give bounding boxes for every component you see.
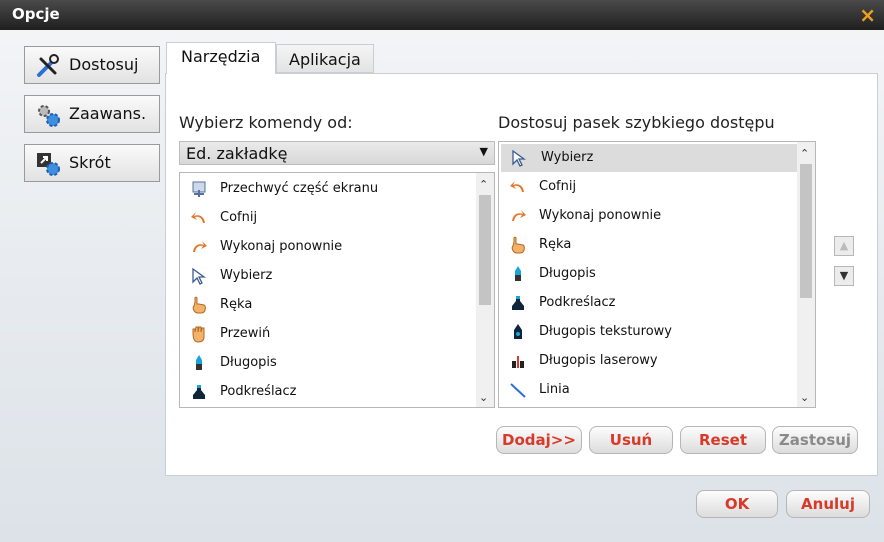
title-bar: Opcje × bbox=[0, 0, 884, 30]
tab-aplikacja[interactable]: Aplikacja bbox=[276, 44, 374, 73]
highlighter-icon bbox=[193, 385, 205, 399]
quick-access-caption: Dostosuj pasek szybkiego dostępu bbox=[498, 113, 775, 132]
list-item[interactable]: Cofnij bbox=[186, 204, 466, 232]
list-item[interactable]: Cofnij bbox=[505, 173, 785, 201]
list-item[interactable]: Wykonaj ponownie bbox=[505, 202, 785, 230]
list-item[interactable]: Długopis teksturowy bbox=[505, 318, 785, 346]
scroll-down-icon[interactable]: ⌄ bbox=[479, 391, 488, 404]
pen-icon bbox=[515, 266, 521, 281]
list-item[interactable]: Przewiń bbox=[186, 320, 466, 348]
redo-icon bbox=[512, 210, 526, 221]
sidebar-item-label: Skrót bbox=[69, 153, 111, 172]
commands-caption: Wybierz komendy od: bbox=[179, 113, 353, 132]
sidebar-item-zaawans[interactable]: Zaawans. bbox=[24, 95, 160, 133]
hand-icon bbox=[192, 296, 206, 314]
list-item[interactable]: Długopis bbox=[505, 260, 785, 288]
undo-icon bbox=[510, 181, 524, 192]
list-item[interactable]: Przechwyć część ekranu bbox=[186, 175, 466, 203]
list-item[interactable]: Linia bbox=[505, 376, 785, 404]
list-item[interactable]: Podkreślacz bbox=[186, 378, 466, 406]
sidebar-item-skrot[interactable]: Skrót bbox=[24, 144, 160, 182]
scroll-hand-icon bbox=[192, 326, 205, 343]
remove-button[interactable]: Usuń bbox=[589, 426, 673, 454]
cancel-button[interactable]: Anuluj bbox=[786, 490, 870, 518]
redo-icon bbox=[193, 241, 207, 252]
reset-button[interactable]: Reset bbox=[680, 426, 766, 454]
scroll-down-icon[interactable]: ⌄ bbox=[800, 391, 809, 404]
texture-pen-icon bbox=[514, 324, 522, 339]
gears-icon bbox=[38, 105, 60, 127]
ok-button[interactable]: OK bbox=[696, 490, 778, 518]
triangle-up-icon: ▲ bbox=[839, 239, 849, 252]
list-item[interactable]: Długopis laserowy bbox=[505, 347, 785, 375]
chevron-down-icon: ▼ bbox=[479, 145, 488, 158]
apply-button[interactable]: Zastosuj bbox=[772, 426, 858, 454]
screen-capture-icon bbox=[192, 181, 206, 197]
window-title: Opcje bbox=[12, 5, 60, 23]
undo-icon bbox=[191, 212, 205, 223]
triangle-down-icon: ▼ bbox=[839, 269, 849, 282]
right-list-scrollbar[interactable]: ⌃ ⌄ bbox=[797, 142, 815, 407]
select-cursor-icon bbox=[512, 149, 526, 167]
list-item[interactable]: Wybierz bbox=[186, 262, 466, 290]
move-up-button[interactable]: ▲ bbox=[834, 236, 854, 256]
quick-access-list[interactable]: Wybierz Cofnij Wykonaj ponownie Ręka Dłu… bbox=[498, 141, 816, 408]
tools-icon bbox=[37, 54, 59, 77]
scroll-thumb[interactable] bbox=[800, 164, 812, 298]
line-icon bbox=[510, 383, 526, 398]
command-source-select[interactable]: Ed. zakładkę ▼ bbox=[179, 141, 495, 165]
scroll-thumb[interactable] bbox=[479, 195, 491, 305]
shortcut-gear-icon bbox=[37, 153, 60, 176]
sidebar-item-label: Dostosuj bbox=[69, 55, 139, 74]
list-item[interactable]: Długopis bbox=[186, 349, 466, 377]
highlighter-icon bbox=[512, 296, 524, 310]
laser-pen-icon bbox=[512, 356, 524, 368]
add-button[interactable]: Dodaj>> bbox=[496, 426, 582, 454]
move-down-button[interactable]: ▼ bbox=[834, 266, 854, 286]
pen-icon bbox=[196, 355, 202, 370]
close-icon[interactable]: × bbox=[859, 3, 876, 27]
left-list-scrollbar[interactable]: ⌃ ⌄ bbox=[476, 173, 494, 407]
list-item[interactable]: Ręka bbox=[186, 291, 466, 319]
scroll-up-icon[interactable]: ⌃ bbox=[800, 147, 809, 160]
available-commands-list[interactable]: Przechwyć część ekranu Cofnij Wykonaj po… bbox=[179, 172, 495, 408]
list-item[interactable]: Podkreślacz bbox=[505, 289, 785, 317]
hand-icon bbox=[511, 236, 525, 254]
sidebar-item-label: Zaawans. bbox=[69, 104, 147, 123]
sidebar-item-dostosuj[interactable]: Dostosuj bbox=[24, 46, 160, 84]
list-item[interactable]: Ręka bbox=[505, 231, 785, 259]
select-cursor-icon bbox=[192, 267, 206, 285]
scroll-up-icon[interactable]: ⌃ bbox=[479, 178, 488, 191]
list-item[interactable]: Wykonaj ponownie bbox=[186, 233, 466, 261]
tab-narzedzia[interactable]: Narzędzia bbox=[166, 42, 276, 74]
select-value: Ed. zakładkę bbox=[186, 144, 288, 163]
list-item[interactable]: Wybierz bbox=[501, 144, 797, 172]
